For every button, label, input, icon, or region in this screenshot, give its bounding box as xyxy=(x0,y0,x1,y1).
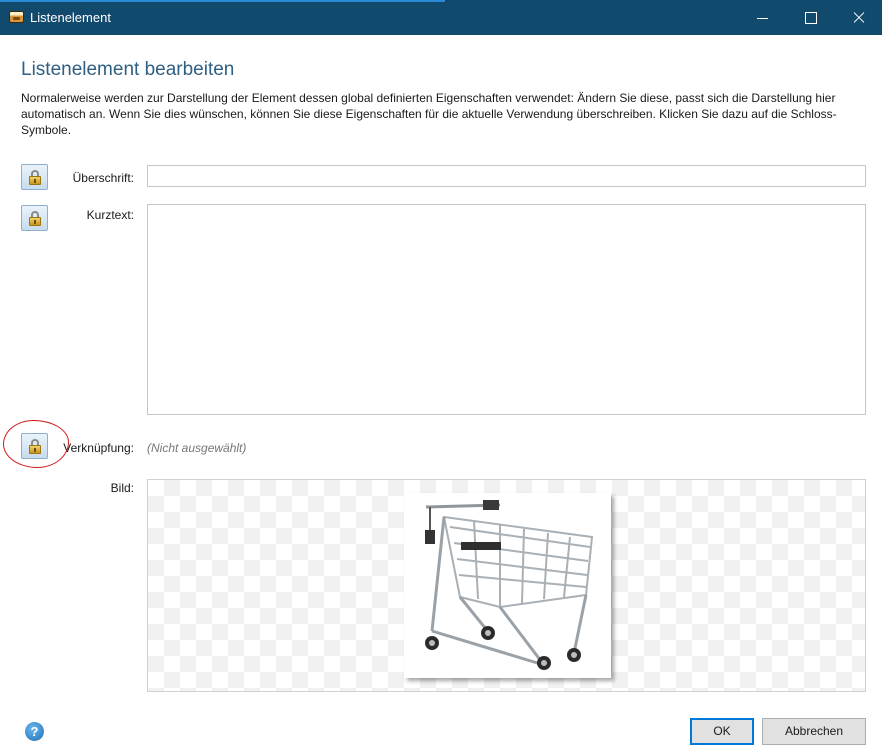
help-icon[interactable]: ? xyxy=(25,722,44,741)
image-frame xyxy=(404,493,611,678)
shorttext-textarea[interactable] xyxy=(147,204,866,415)
title-bar[interactable]: Listenelement xyxy=(0,0,882,35)
close-button[interactable] xyxy=(835,0,881,35)
shorttext-label: Kurztext: xyxy=(86,208,134,222)
heading-input[interactable] xyxy=(147,165,866,187)
image-label: Bild: xyxy=(110,481,134,495)
title-bar-accent xyxy=(0,0,445,2)
window-title: Listenelement xyxy=(30,10,111,25)
image-preview[interactable] xyxy=(147,479,866,692)
app-icon xyxy=(9,11,24,23)
link-value[interactable]: (Nicht ausgewählt) xyxy=(147,441,246,455)
maximize-button[interactable] xyxy=(787,0,833,35)
minimize-button[interactable] xyxy=(740,0,786,35)
cancel-button[interactable]: Abbrechen xyxy=(762,718,866,745)
ok-button[interactable]: OK xyxy=(690,718,754,745)
heading-label: Überschrift: xyxy=(72,171,134,185)
annotation-circle xyxy=(3,420,69,468)
dialog-description: Normalerweise werden zur Darstellung der… xyxy=(21,91,837,137)
dialog-heading: Listenelement bearbeiten xyxy=(21,59,235,80)
shopping-cart-icon xyxy=(425,500,594,670)
